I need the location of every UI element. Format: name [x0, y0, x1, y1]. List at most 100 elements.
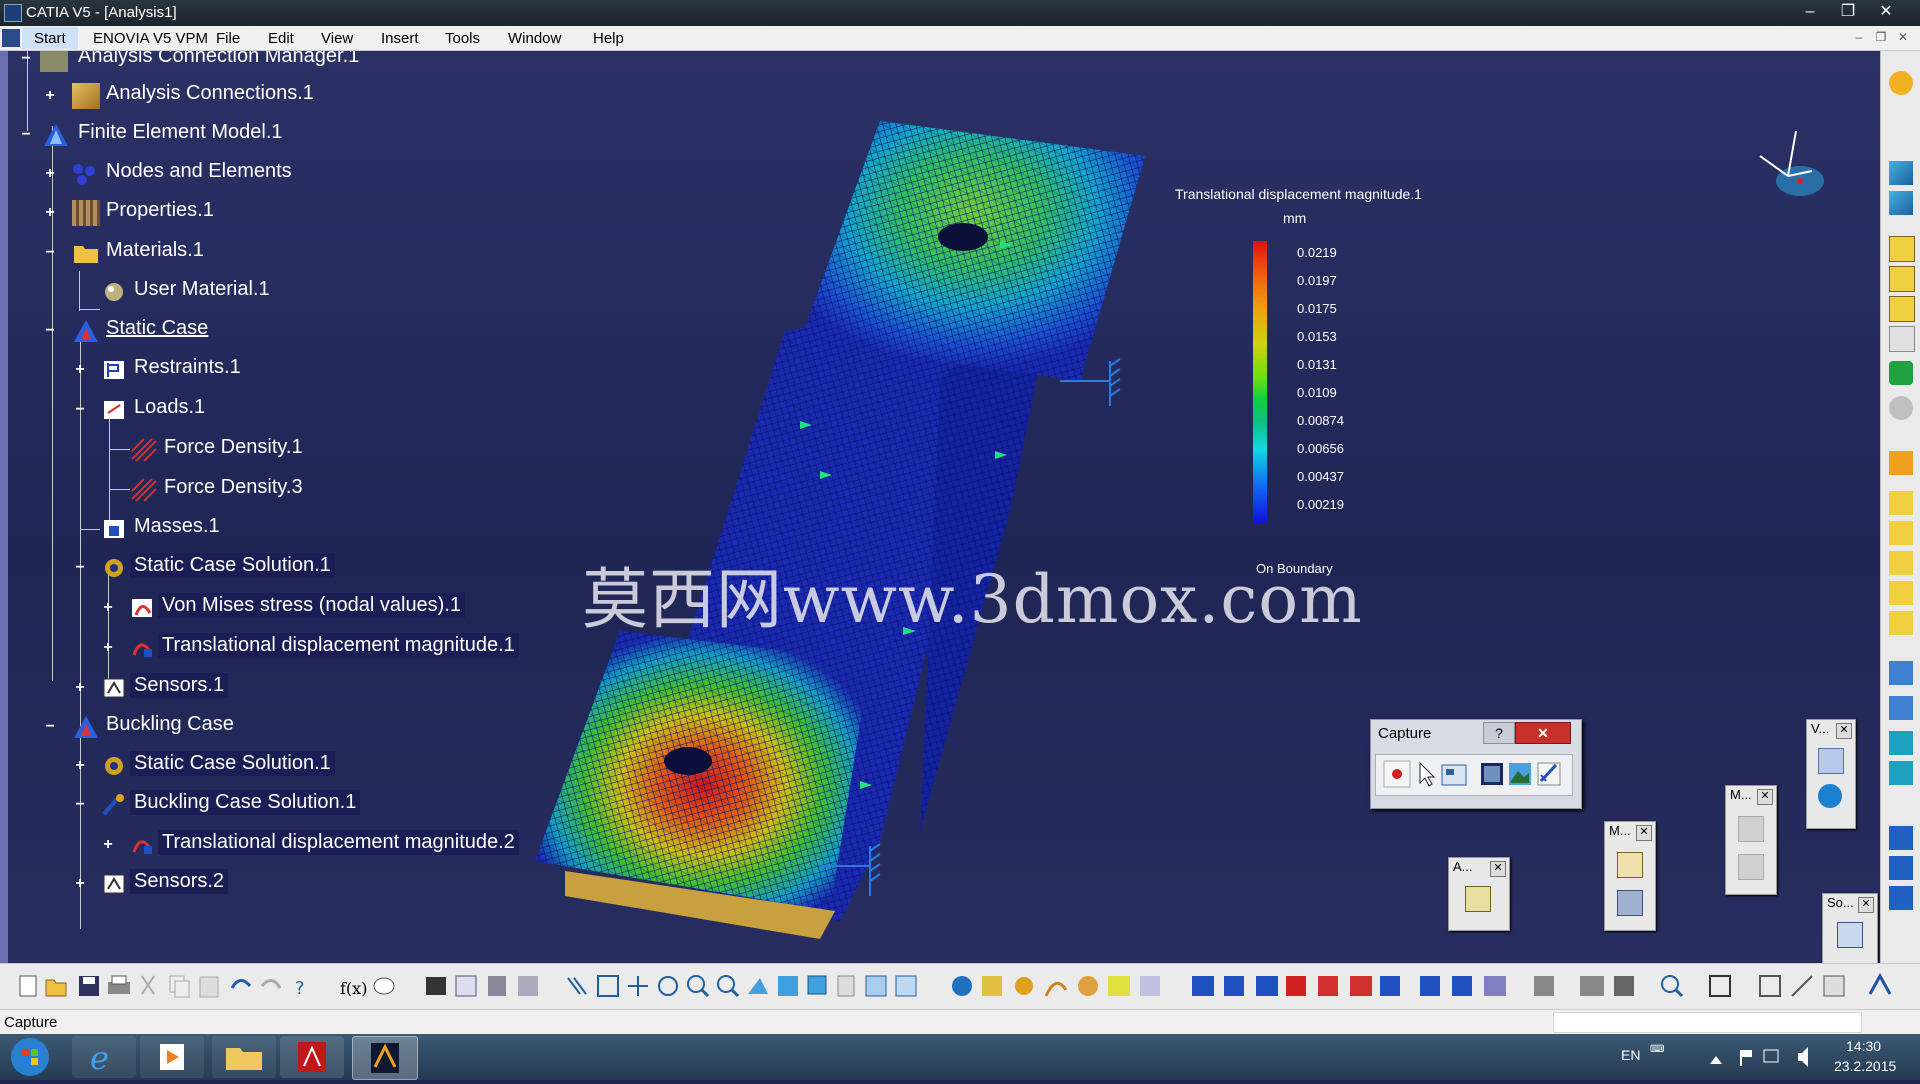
- fem-model-render[interactable]: [0, 51, 1880, 963]
- tree-expander[interactable]: +: [74, 876, 86, 892]
- floating-toolbar-m1[interactable]: M... ✕: [1725, 785, 1777, 895]
- measure-icon[interactable]: [488, 976, 506, 996]
- menu-enovia[interactable]: ENOVIA V5 VPM: [93, 30, 208, 47]
- connection-icon[interactable]: [1889, 296, 1915, 322]
- select-arrow-icon[interactable]: [1419, 761, 1436, 787]
- von-mises-icon[interactable]: [1044, 981, 1068, 997]
- pivot-icon[interactable]: [1889, 826, 1913, 850]
- close-button[interactable]: ✕: [1515, 722, 1571, 744]
- cut-plane-icon[interactable]: [1224, 976, 1244, 996]
- 3d-viewport[interactable]: − Analysis Connection Manager.1 + Analys…: [0, 51, 1880, 963]
- table-view-icon[interactable]: [1823, 975, 1845, 997]
- formula-icon[interactable]: f(x): [340, 979, 367, 998]
- settings-icon[interactable]: [1889, 71, 1913, 95]
- rotate-tool-icon[interactable]: [1818, 784, 1842, 808]
- tree-expander[interactable]: +: [74, 362, 86, 378]
- album-icon[interactable]: [1509, 763, 1531, 785]
- clamp-icon[interactable]: [1889, 696, 1913, 720]
- menu-insert[interactable]: Insert: [381, 30, 419, 47]
- tree-expander[interactable]: +: [102, 600, 114, 616]
- fem-surface-icon[interactable]: [1889, 191, 1913, 215]
- catalog-icon[interactable]: [518, 976, 538, 996]
- acrobat-icon[interactable]: [280, 1036, 344, 1078]
- show-hidden-icons-icon[interactable]: [1710, 1056, 1722, 1064]
- tree-expander[interactable]: −: [74, 797, 86, 813]
- sphere-icon[interactable]: [1889, 396, 1913, 420]
- iso-view-icon[interactable]: [807, 975, 827, 995]
- normal-view-icon[interactable]: [748, 978, 768, 994]
- search-icon[interactable]: [1661, 975, 1684, 998]
- sensor-create-icon[interactable]: [1420, 976, 1440, 996]
- language-indicator[interactable]: EN: [1621, 1047, 1640, 1063]
- multi-view-icon[interactable]: [778, 976, 798, 996]
- tree-expander[interactable]: +: [44, 205, 56, 221]
- hide-show-icon[interactable]: [837, 975, 855, 997]
- mdi-minimize-button[interactable]: –: [1850, 30, 1868, 46]
- copy-icon[interactable]: [169, 975, 190, 998]
- knowledge-icon[interactable]: [455, 975, 477, 997]
- extrema-icon[interactable]: [1286, 976, 1306, 996]
- precision-icon[interactable]: [1140, 976, 1160, 996]
- render-style-icon[interactable]: [895, 975, 917, 997]
- help-button[interactable]: ?: [1483, 722, 1515, 744]
- undo-icon[interactable]: [230, 979, 252, 989]
- new-icon[interactable]: [19, 975, 37, 997]
- menu-view[interactable]: View: [321, 30, 353, 47]
- table-icon[interactable]: [426, 977, 446, 995]
- storage-icon[interactable]: [1534, 976, 1554, 996]
- clock-time[interactable]: 14:30: [1846, 1038, 1881, 1054]
- compass-icon[interactable]: [1759, 130, 1824, 196]
- close-window-button[interactable]: ✕: [1868, 0, 1904, 24]
- tree-expander[interactable]: −: [74, 560, 86, 576]
- toolbar-close-button[interactable]: ✕: [1636, 825, 1652, 841]
- minimize-window-button[interactable]: –: [1792, 0, 1828, 24]
- load-icon[interactable]: [1889, 491, 1913, 515]
- adaptivity-icon[interactable]: [982, 976, 1002, 996]
- comment-icon[interactable]: [373, 977, 395, 995]
- capture-image-icon[interactable]: [1481, 763, 1503, 785]
- windows-start-icon[interactable]: [0, 1034, 56, 1080]
- toolbar-close-button[interactable]: ✕: [1836, 723, 1852, 739]
- report-icon[interactable]: [1452, 976, 1472, 996]
- principal-stress-icon[interactable]: [1108, 976, 1130, 996]
- pan-icon[interactable]: [628, 976, 648, 996]
- print-icon[interactable]: [108, 975, 130, 994]
- group-icon[interactable]: [1889, 326, 1915, 352]
- toolbar-close-button[interactable]: ✕: [1757, 789, 1773, 805]
- catia-taskbar-icon[interactable]: [352, 1036, 418, 1080]
- media-player-icon[interactable]: [140, 1036, 204, 1078]
- deformation-icon[interactable]: [1015, 977, 1033, 995]
- tree-expander[interactable]: −: [20, 51, 32, 67]
- pointer-icon[interactable]: [1889, 451, 1913, 475]
- mdi-close-button[interactable]: ✕: [1894, 30, 1912, 46]
- floating-toolbar-so[interactable]: So... ✕: [1822, 893, 1878, 963]
- capture-settings-icon[interactable]: [1441, 764, 1467, 786]
- menu-help[interactable]: Help: [593, 30, 624, 47]
- axis-icon[interactable]: [1889, 886, 1913, 910]
- tree-expander[interactable]: +: [44, 166, 56, 182]
- info-icon[interactable]: [1318, 976, 1338, 996]
- command-input[interactable]: [1553, 1012, 1862, 1033]
- fit-all-icon[interactable]: [597, 975, 619, 997]
- fem-mesh-icon[interactable]: [1889, 161, 1913, 185]
- tree-expander[interactable]: −: [74, 402, 86, 418]
- menu-start[interactable]: Start: [22, 27, 78, 49]
- rotate-icon[interactable]: [658, 976, 678, 996]
- tree-expander[interactable]: +: [102, 640, 114, 656]
- save-icon[interactable]: [79, 976, 99, 996]
- animate-icon[interactable]: [1192, 976, 1214, 996]
- bearing-icon[interactable]: [1889, 611, 1913, 635]
- whats-this-icon[interactable]: ?: [295, 978, 305, 999]
- group-analysis-icon[interactable]: [1614, 976, 1634, 996]
- snap-icon[interactable]: [1759, 975, 1781, 997]
- fly-mode-icon[interactable]: [567, 977, 587, 995]
- zoom-out-icon[interactable]: [717, 975, 740, 998]
- tree-expander[interactable]: −: [44, 245, 56, 261]
- tree-expander[interactable]: +: [44, 88, 56, 104]
- tree-expander[interactable]: +: [102, 837, 114, 853]
- swap-visible-icon[interactable]: [865, 975, 887, 997]
- internet-explorer-icon[interactable]: e: [72, 1036, 136, 1078]
- tree-expander[interactable]: +: [74, 680, 86, 696]
- tree-expander[interactable]: −: [44, 719, 56, 735]
- displacement-icon[interactable]: [1078, 976, 1098, 996]
